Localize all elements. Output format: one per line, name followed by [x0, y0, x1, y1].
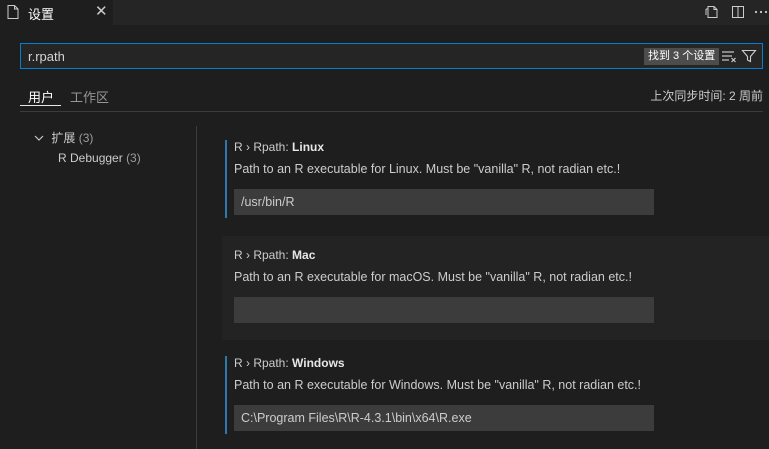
setting-value-input[interactable]	[234, 297, 654, 323]
split-editor-icon[interactable]	[730, 4, 746, 20]
clear-filter-icon[interactable]	[721, 49, 737, 63]
toc-item-label: R Debugger	[58, 151, 123, 165]
toc-group-count: (3)	[78, 131, 94, 145]
toc-group-label: 扩展	[51, 131, 76, 145]
open-settings-json-icon[interactable]	[704, 4, 720, 20]
chevron-down-icon	[34, 131, 48, 145]
header-divider	[20, 111, 763, 112]
setting-category: R › Rpath:	[234, 356, 293, 370]
setting-description: Path to an R executable for macOS. Must …	[234, 270, 632, 284]
more-actions-icon[interactable]	[753, 4, 769, 20]
settings-search-box[interactable]: r.rpath 找到 3 个设置	[20, 43, 763, 69]
search-input[interactable]: r.rpath	[28, 49, 65, 64]
toc-group-extensions[interactable]: 扩展 (3)	[34, 129, 93, 146]
toc-item-r-debugger[interactable]: R Debugger (3)	[58, 151, 141, 165]
settings-file-icon	[7, 5, 19, 19]
modified-indicator	[225, 140, 227, 218]
filter-icon[interactable]	[741, 48, 757, 64]
setting-name: Windows	[292, 356, 345, 370]
setting-title: R › Rpath: Windows	[234, 356, 345, 370]
setting-rpath-linux: R › Rpath: Linux Path to an R executable…	[222, 140, 769, 228]
setting-title: R › Rpath: Mac	[234, 248, 315, 262]
active-tab-indicator	[20, 105, 61, 106]
result-count-badge: 找到 3 个设置	[644, 48, 720, 65]
setting-value-input[interactable]	[234, 189, 654, 215]
close-icon[interactable]: ✕	[95, 3, 108, 21]
setting-rpath-windows: R › Rpath: Windows Path to an R executab…	[222, 356, 769, 446]
setting-name: Linux	[292, 140, 325, 154]
setting-description: Path to an R executable for Linux. Must …	[234, 162, 621, 176]
setting-title: R › Rpath: Linux	[234, 140, 324, 154]
toc-item-count: (3)	[126, 151, 141, 165]
settings-tab[interactable]: 设置 ✕	[0, 0, 113, 25]
tab-user[interactable]: 用户	[28, 87, 54, 106]
setting-value-input[interactable]	[234, 405, 654, 431]
setting-category: R › Rpath:	[234, 248, 293, 262]
toc-separator	[196, 126, 197, 449]
sync-status: 上次同步时间: 2 周前	[650, 89, 763, 103]
settings-editor: 设置 ✕ r.rpath 找到 3 个设置 用户 工作区 上次同步时间: 2 周…	[0, 0, 769, 449]
setting-name: Mac	[292, 248, 316, 262]
setting-description: Path to an R executable for Windows. Mus…	[234, 378, 641, 392]
tab-workspace[interactable]: 工作区	[70, 87, 109, 106]
setting-category: R › Rpath:	[234, 140, 293, 154]
editor-tab-bar: 设置 ✕	[0, 0, 769, 25]
modified-indicator	[225, 356, 227, 434]
setting-rpath-mac: R › Rpath: Mac Path to an R executable f…	[222, 236, 769, 340]
tab-title: 设置	[28, 7, 55, 22]
